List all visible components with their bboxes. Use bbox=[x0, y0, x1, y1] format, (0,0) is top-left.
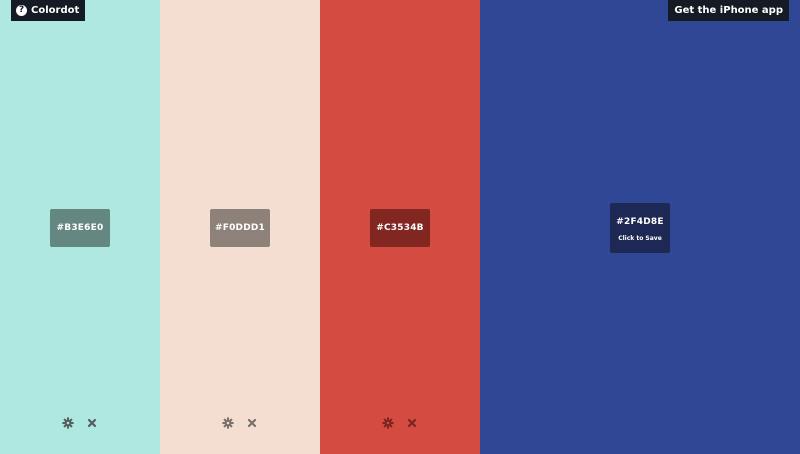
swatch-hex-label[interactable]: #B3E6E0 bbox=[50, 209, 110, 247]
swatch-column-3[interactable]: #C3534B bbox=[320, 0, 480, 454]
get-iphone-app-link[interactable]: Get the iPhone app bbox=[668, 0, 789, 21]
swatch-hex-label[interactable]: #C3534B bbox=[370, 209, 430, 247]
swatch-hex-label[interactable]: #F0DDD1 bbox=[210, 209, 270, 247]
save-color-button[interactable]: #2F4D8E Click to Save bbox=[610, 203, 670, 253]
active-hex-label: #2F4D8E bbox=[616, 217, 664, 227]
colordot-logo-link[interactable]: ? Colordot bbox=[11, 0, 86, 21]
swatch-column-1[interactable]: #B3E6E0 bbox=[0, 0, 160, 454]
close-icon[interactable] bbox=[406, 416, 418, 430]
close-icon[interactable] bbox=[86, 416, 98, 430]
color-palette: #B3E6E0 #F0DDD1 #C3534B #2F4D8E Click to… bbox=[0, 0, 800, 454]
click-to-save-label: Click to Save bbox=[618, 235, 662, 242]
gear-icon[interactable] bbox=[62, 416, 74, 430]
swatch-column-2[interactable]: #F0DDD1 bbox=[160, 0, 320, 454]
swatch-controls bbox=[62, 416, 98, 430]
brand-label: Colordot bbox=[31, 5, 80, 16]
app-link-label: Get the iPhone app bbox=[674, 5, 783, 16]
close-icon[interactable] bbox=[246, 416, 258, 430]
question-icon[interactable]: ? bbox=[16, 5, 27, 16]
active-color-column[interactable]: #2F4D8E Click to Save bbox=[480, 0, 800, 454]
gear-icon[interactable] bbox=[222, 416, 234, 430]
swatch-controls bbox=[222, 416, 258, 430]
gear-icon[interactable] bbox=[382, 416, 394, 430]
swatch-controls bbox=[382, 416, 418, 430]
